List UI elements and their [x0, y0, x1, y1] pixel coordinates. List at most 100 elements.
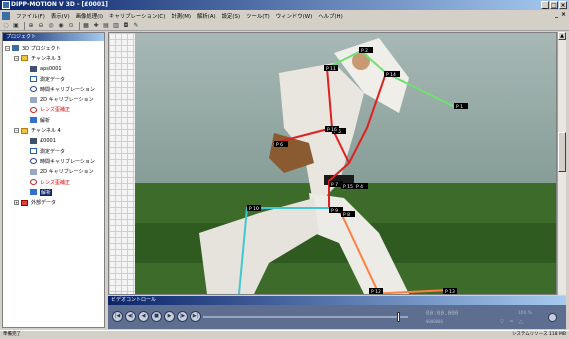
- menu-view[interactable]: 表示(V): [48, 12, 73, 20]
- playback-options: ▽ ═ △: [500, 319, 523, 325]
- menu-calibration[interactable]: キャリブレーション(C): [106, 12, 168, 20]
- minimize-button[interactable]: _: [541, 1, 549, 9]
- volume-icon[interactable]: [548, 313, 557, 322]
- tree-item-label: £0001: [40, 137, 56, 144]
- tree-item[interactable]: レンズ歪補正: [3, 105, 104, 115]
- tree-item[interactable]: 時間キャリブレーション: [3, 84, 104, 94]
- marker-label[interactable]: P 1: [454, 103, 468, 110]
- menu-file[interactable]: ファイル(F): [13, 12, 48, 20]
- marker-label[interactable]: P 8: [341, 211, 355, 218]
- tree-item-label: 解析: [40, 188, 53, 196]
- tree-item[interactable]: 測定データ: [3, 74, 104, 84]
- marker-label[interactable]: P 4: [354, 183, 368, 190]
- tree-item[interactable]: レンズ歪補正: [3, 177, 104, 187]
- go-end-button[interactable]: ▶|: [190, 311, 201, 322]
- menu-help[interactable]: ヘルプ(H): [315, 12, 345, 20]
- slow-icon[interactable]: ▽: [500, 319, 504, 325]
- menu-window[interactable]: ウィンドウ(W): [273, 12, 316, 20]
- tree-item[interactable]: 2D キャリブレーション: [3, 94, 104, 104]
- tree-item-label: 外部データ: [31, 200, 57, 207]
- expand-toggle-icon[interactable]: −: [14, 55, 19, 61]
- marker-label[interactable]: P 13: [443, 288, 457, 294]
- tree-item-label: チャンネル 4: [31, 128, 61, 135]
- normal-speed-icon[interactable]: ═: [510, 319, 513, 325]
- zoom-window-icon[interactable]: ⊙: [67, 22, 75, 30]
- save-icon[interactable]: ▣: [12, 22, 20, 30]
- chart-icon[interactable]: ▤: [102, 22, 110, 30]
- table-icon[interactable]: ▥: [112, 22, 120, 30]
- tree-item[interactable]: − チャンネル 4: [3, 125, 104, 135]
- doc-minimize-button[interactable]: _: [555, 11, 558, 18]
- document-icon[interactable]: [2, 11, 10, 20]
- graph-icon: [30, 148, 37, 155]
- tree-item-label: 測定データ: [40, 148, 66, 155]
- marker-label[interactable]: P 9: [329, 207, 343, 214]
- tree-item[interactable]: £0001: [3, 136, 104, 146]
- play-button[interactable]: ▶: [164, 311, 175, 322]
- viewer-scrollbar[interactable]: ▲: [557, 32, 566, 295]
- stop-button[interactable]: ■: [151, 311, 162, 322]
- tree-item[interactable]: 測定データ: [3, 146, 104, 156]
- menu-image-processing[interactable]: 画像処理(I): [73, 12, 106, 20]
- svg-text:P 15: P 15: [343, 184, 353, 190]
- close-button[interactable]: ×: [559, 1, 567, 9]
- status-text: 準備完了: [3, 332, 21, 337]
- marker-label[interactable]: P 12: [369, 288, 383, 294]
- video-control-panel: |◀ ◀| ◀ ■ ▶ |▶ ▶| 00:00.000 0000000 100 …: [108, 305, 566, 329]
- tree-item-label: 2D キャリブレーション: [40, 97, 94, 104]
- marker-label[interactable]: P 6: [274, 141, 288, 148]
- pen-icon[interactable]: ✎: [132, 22, 140, 30]
- expand-toggle-icon[interactable]: −: [5, 45, 10, 51]
- scrollbar-thumb[interactable]: [558, 132, 566, 172]
- tree-item[interactable]: 解析: [3, 115, 104, 125]
- step-forward-button[interactable]: |▶: [177, 311, 188, 322]
- open-icon[interactable]: ◌: [2, 22, 10, 30]
- marker-label[interactable]: P 2: [359, 47, 373, 54]
- project-panel-header: プロジェクト: [3, 33, 104, 41]
- menu-settings[interactable]: 設定(S): [219, 12, 243, 20]
- marker-label[interactable]: P 11: [324, 65, 338, 72]
- svg-text:P 12: P 12: [371, 289, 381, 294]
- marker-label[interactable]: P 15: [341, 183, 355, 190]
- tree-item[interactable]: 時間キャリブレーション: [3, 156, 104, 166]
- tree-item[interactable]: − 3D プロジェクト: [3, 43, 104, 53]
- marker-label[interactable]: P 7: [329, 181, 343, 188]
- clock-icon: [30, 86, 37, 93]
- menu-tools[interactable]: ツール(T): [243, 12, 273, 20]
- step-back-button[interactable]: ◀|: [125, 311, 136, 322]
- seek-slider[interactable]: [203, 312, 408, 322]
- grid-icon[interactable]: ▦: [82, 22, 90, 30]
- maximize-button[interactable]: □: [550, 1, 558, 9]
- tree-item-label: 3D プロジェクト: [22, 45, 61, 52]
- zoom-fit-icon[interactable]: ◎: [47, 22, 55, 30]
- doc-close-button[interactable]: ×: [561, 11, 566, 18]
- reverse-play-button[interactable]: ◀: [138, 311, 149, 322]
- tree-item[interactable]: 2D キャリブレーション: [3, 167, 104, 177]
- tree-item[interactable]: aps0001: [3, 64, 104, 74]
- go-start-button[interactable]: |◀: [112, 311, 123, 322]
- doc-icon: [12, 45, 19, 52]
- zoom-reset-icon[interactable]: ◉: [57, 22, 65, 30]
- point-icon[interactable]: ✚: [92, 22, 100, 30]
- tree-item[interactable]: − チャンネル 3: [3, 53, 104, 63]
- fast-icon[interactable]: △: [519, 319, 523, 325]
- tree-item-label: チャンネル 3: [31, 55, 61, 62]
- marker-label[interactable]: P 14: [384, 71, 398, 78]
- scroll-up-icon[interactable]: ▲: [558, 32, 566, 40]
- zoom-out-icon[interactable]: ⊖: [37, 22, 45, 30]
- expand-toggle-icon[interactable]: +: [14, 200, 19, 206]
- zoom-in-icon[interactable]: ⊕: [27, 22, 35, 30]
- svg-text:P 8: P 8: [343, 212, 350, 218]
- camera-icon[interactable]: ◘: [122, 22, 130, 30]
- seek-slider-knob[interactable]: [397, 312, 400, 322]
- menu-analysis[interactable]: 解析(A): [194, 12, 219, 20]
- marker-label[interactable]: P 16: [325, 126, 339, 133]
- tree-item-label: 解析: [40, 117, 51, 124]
- tree-item[interactable]: 解析: [3, 187, 104, 197]
- tree-item-label: 測定データ: [40, 76, 66, 83]
- video-viewer[interactable]: P 1P 2P 3P 4P 5P 6P 7P 8P 9P 10P 11P 12P…: [108, 32, 557, 295]
- tree-item[interactable]: + 外部データ: [3, 197, 104, 207]
- menu-measure[interactable]: 計測(M): [168, 12, 194, 20]
- expand-toggle-icon[interactable]: −: [14, 128, 19, 134]
- marker-label[interactable]: P 10: [247, 205, 261, 212]
